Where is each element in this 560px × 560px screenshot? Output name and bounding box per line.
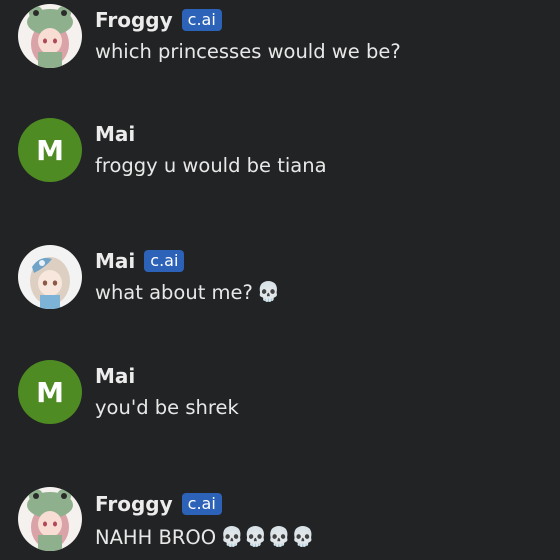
frog-hat-character-icon	[18, 487, 82, 551]
avatar-initial: M	[36, 133, 64, 167]
message-header: Mai	[95, 120, 135, 148]
chat-message: M Mai froggy u would be tiana	[0, 118, 560, 198]
message-text: NAHH BROO 💀💀💀💀	[95, 526, 315, 549]
message-text: which princesses would we be?	[95, 40, 401, 63]
message-body: what about me?	[95, 281, 253, 304]
message-text: what about me? 💀	[95, 281, 281, 304]
avatar-initial: M	[36, 375, 64, 409]
message-header: Mai c.ai	[95, 247, 185, 275]
chat-message: Mai c.ai what about me? 💀	[0, 244, 560, 324]
chat-message: M Mai you'd be shrek	[0, 360, 560, 440]
message-header: Froggy c.ai	[95, 490, 222, 518]
cai-badge: c.ai	[181, 493, 222, 515]
avatar[interactable]	[18, 4, 82, 68]
message-body: NAHH BROO	[95, 526, 217, 549]
frog-hat-character-icon	[18, 4, 82, 68]
cai-badge: c.ai	[144, 250, 185, 272]
author-name[interactable]: Froggy	[95, 8, 173, 32]
blue-hair-clip-character-icon	[18, 245, 82, 309]
cai-badge: c.ai	[181, 9, 222, 31]
avatar[interactable]: M	[18, 118, 82, 182]
message-body: you'd be shrek	[95, 396, 239, 419]
chat-message: Froggy c.ai NAHH BROO 💀💀💀💀	[0, 486, 560, 560]
chat-message: Froggy c.ai which princesses would we be…	[0, 0, 560, 80]
message-body: froggy u would be tiana	[95, 154, 327, 177]
message-header: Froggy c.ai	[95, 6, 222, 34]
message-body: which princesses would we be?	[95, 40, 401, 63]
message-text: you'd be shrek	[95, 396, 239, 419]
chat-message-list: Froggy c.ai which princesses would we be…	[0, 0, 560, 560]
message-header: Mai	[95, 362, 135, 390]
avatar[interactable]	[18, 245, 82, 309]
skull-icon: 💀💀💀💀	[220, 526, 315, 548]
author-name[interactable]: Froggy	[95, 492, 173, 516]
skull-icon: 💀	[256, 281, 281, 303]
author-name[interactable]: Mai	[95, 249, 135, 273]
message-text: froggy u would be tiana	[95, 154, 327, 177]
avatar[interactable]	[18, 487, 82, 551]
avatar[interactable]: M	[18, 360, 82, 424]
author-name[interactable]: Mai	[95, 364, 135, 388]
author-name[interactable]: Mai	[95, 122, 135, 146]
